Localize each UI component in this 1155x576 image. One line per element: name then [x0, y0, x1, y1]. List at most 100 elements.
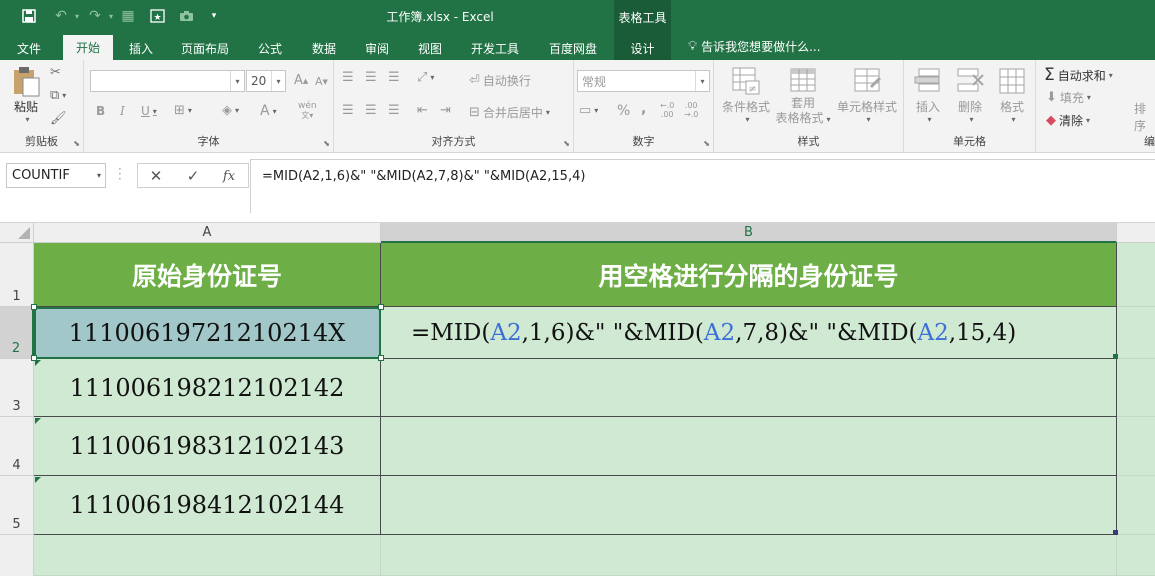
wrap-text-button[interactable]: ⏎ 自动换行	[469, 72, 531, 89]
orientation-button[interactable]: ⤢ ▾	[417, 70, 434, 85]
cell-b6[interactable]	[381, 535, 1117, 576]
row-header-5[interactable]: 5	[0, 476, 34, 535]
row-header-4[interactable]: 4	[0, 417, 34, 476]
copy-button[interactable]: ⧉ ▾	[50, 88, 66, 103]
alignment-launcher-icon[interactable]: ⬊	[563, 139, 570, 148]
cell-a2[interactable]: 11100619721210214X	[34, 307, 381, 359]
align-left-button[interactable]: ☰	[342, 103, 354, 118]
cut-button[interactable]: ✂	[50, 65, 61, 80]
customize-qa-icon[interactable]: ▾	[203, 6, 225, 26]
format-cells-button[interactable]: 格式 ▾	[994, 66, 1030, 124]
phonetic-button[interactable]: wén 文▾	[298, 102, 317, 121]
tab-developer[interactable]: 开发工具	[462, 37, 528, 60]
align-right-button[interactable]: ☰	[388, 103, 400, 118]
cell-c5[interactable]	[1117, 476, 1155, 535]
cell-styles-button[interactable]: 单元格样式 ▾	[832, 66, 902, 124]
font-name-combo[interactable]: ▾	[90, 70, 245, 92]
align-top-button[interactable]: ☰	[342, 70, 354, 85]
selection-handle-top-left[interactable]	[31, 304, 37, 310]
increase-indent-button[interactable]: ⇥	[440, 103, 451, 118]
fill-button[interactable]: ⬇ 填充 ▾	[1046, 89, 1091, 106]
star-icon[interactable]: ★	[146, 6, 168, 26]
italic-button[interactable]: I	[120, 104, 125, 118]
cell-c6[interactable]	[1117, 535, 1155, 576]
clipboard-launcher-icon[interactable]: ⬊	[73, 139, 80, 148]
clear-button[interactable]: ◆ 清除 ▾	[1046, 112, 1090, 129]
camera-icon[interactable]	[175, 6, 197, 26]
row-header-3[interactable]: 3	[0, 359, 34, 417]
cell-a5[interactable]: 111006198412102144	[34, 476, 381, 535]
tab-page-layout[interactable]: 页面布局	[174, 37, 236, 60]
column-header-a[interactable]: A	[34, 223, 381, 243]
tab-baidu-netdisk[interactable]: 百度网盘	[540, 37, 606, 60]
cell-b3[interactable]	[381, 359, 1117, 417]
align-middle-button[interactable]: ☰	[365, 70, 377, 85]
font-color-button[interactable]: A ▾	[260, 103, 277, 119]
currency-button[interactable]: ▭ ▾	[579, 103, 598, 118]
decrease-decimal-button[interactable]: .00 →.0	[684, 101, 698, 119]
merge-center-button[interactable]: ⊟ 合并后居中 ▾	[469, 104, 550, 121]
tab-design[interactable]: 设计	[614, 37, 671, 60]
select-all-button[interactable]	[0, 223, 34, 243]
grow-font-button[interactable]: A ▲	[294, 73, 308, 88]
borders-button[interactable]: ⊞ ▾	[174, 103, 192, 118]
align-center-button[interactable]: ☰	[365, 103, 377, 118]
font-size-combo[interactable]: 20 ▾	[246, 70, 286, 92]
error-indicator-icon[interactable]	[35, 418, 41, 424]
cell-b4[interactable]	[381, 417, 1117, 476]
conditional-format-button[interactable]: ≠ 条件格式 ▾	[719, 66, 773, 124]
cell-a4[interactable]: 111006198312102143	[34, 417, 381, 476]
format-painter-button[interactable]: 🖌︎	[50, 111, 67, 126]
selection-handle-top-right[interactable]	[378, 304, 384, 310]
insert-function-icon[interactable]: fx	[216, 165, 242, 187]
row-header-1[interactable]: 1	[0, 243, 34, 307]
cancel-icon[interactable]: ✕	[143, 165, 169, 187]
selection-handle-bottom-left[interactable]	[31, 355, 37, 361]
bold-button[interactable]: B	[96, 104, 105, 118]
tab-formulas[interactable]: 公式	[249, 37, 291, 60]
cell-c3[interactable]	[1117, 359, 1155, 417]
row-header-6[interactable]	[0, 535, 34, 576]
format-as-table-button[interactable]: 套用 表格格式 ▾	[774, 66, 832, 127]
formula-bar-grip-icon[interactable]: · · ·	[118, 163, 122, 185]
comma-button[interactable]: ,	[641, 101, 646, 117]
tab-insert[interactable]: 插入	[120, 37, 162, 60]
tab-file[interactable]: 文件	[8, 37, 50, 60]
underline-button[interactable]: U ▾	[141, 104, 157, 118]
cell-a6[interactable]	[34, 535, 381, 576]
cell-b5[interactable]	[381, 476, 1117, 535]
cell-b2[interactable]: =MID(A2,1,6)&" "&MID(A2,7,8)&" "&MID(A2,…	[381, 307, 1117, 359]
column-header-b[interactable]: B	[381, 223, 1117, 243]
table-end-handle[interactable]	[1113, 530, 1118, 535]
percent-button[interactable]: %	[617, 103, 630, 119]
column-header-c[interactable]	[1117, 223, 1155, 243]
fill-color-button[interactable]: ◈ ▾	[222, 103, 239, 118]
decrease-indent-button[interactable]: ⇤	[417, 103, 428, 118]
cell-c1[interactable]	[1117, 243, 1155, 307]
align-bottom-button[interactable]: ☰	[388, 70, 400, 85]
selection-handle-bottom-right[interactable]	[378, 355, 384, 361]
tell-me-search[interactable]: 💡︎ 告诉我您想要做什么...	[688, 38, 821, 55]
delete-cells-button[interactable]: 删除 ▾	[952, 66, 988, 124]
name-box[interactable]: COUNTIF ▾	[6, 163, 106, 188]
tab-view[interactable]: 视图	[409, 37, 451, 60]
sort-filter-button[interactable]: 排序	[1134, 100, 1155, 134]
number-launcher-icon[interactable]: ⬊	[703, 139, 710, 148]
tab-home[interactable]: 开始	[63, 35, 113, 60]
cell-a1[interactable]: 原始身份证号	[34, 243, 381, 307]
row-header-2[interactable]: 2	[0, 307, 34, 359]
tab-review[interactable]: 审阅	[356, 37, 398, 60]
number-format-combo[interactable]: 常规 ▾	[577, 70, 710, 92]
paste-button[interactable]: 粘贴 ▾	[8, 66, 44, 124]
cell-b1[interactable]: 用空格进行分隔的身份证号	[381, 243, 1117, 307]
autosum-button[interactable]: Σ 自动求和 ▾	[1044, 65, 1113, 85]
tab-data[interactable]: 数据	[303, 37, 345, 60]
table-resize-handle[interactable]	[1113, 354, 1118, 359]
enter-icon[interactable]: ✓	[180, 165, 206, 187]
increase-decimal-button[interactable]: ←.0.00	[660, 101, 674, 119]
form-icon[interactable]: ▦	[117, 6, 139, 26]
save-icon[interactable]	[18, 6, 40, 26]
font-launcher-icon[interactable]: ⬊	[323, 139, 330, 148]
cell-c4[interactable]	[1117, 417, 1155, 476]
shrink-font-button[interactable]: A ▼	[315, 75, 328, 88]
